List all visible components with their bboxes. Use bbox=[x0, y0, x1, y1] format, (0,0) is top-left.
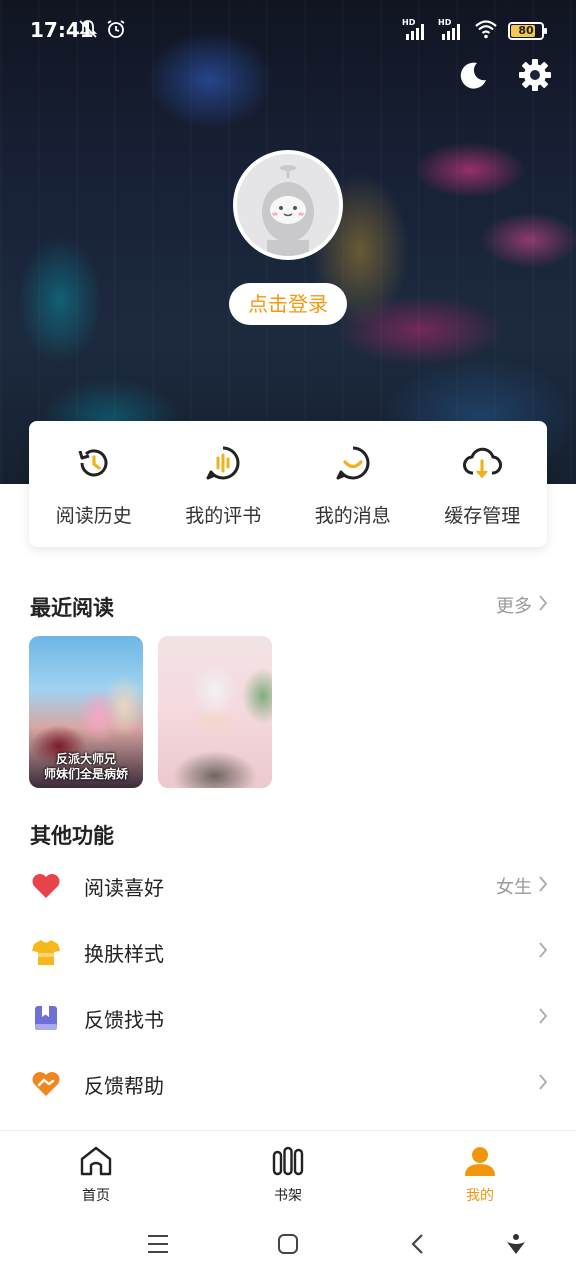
wifi-icon bbox=[474, 19, 498, 43]
recent-reading-title: 最近阅读 bbox=[30, 596, 114, 620]
other-features-title: 其他功能 bbox=[30, 824, 114, 848]
handshake-icon bbox=[30, 1068, 62, 1100]
comment-icon bbox=[203, 443, 243, 487]
quick-item-my-messages[interactable]: 我的消息 bbox=[288, 421, 418, 547]
history-icon bbox=[74, 443, 114, 487]
network-type-1: HD bbox=[402, 18, 416, 27]
quick-item-cache-management[interactable]: 缓存管理 bbox=[418, 421, 548, 547]
menu-item-skin-style[interactable]: 换肤样式 bbox=[0, 919, 576, 985]
profile-icon bbox=[463, 1145, 497, 1181]
battery-level: 80 bbox=[518, 24, 534, 37]
chevron-right-icon bbox=[538, 594, 548, 617]
home-nav-button[interactable] bbox=[274, 1232, 302, 1260]
assistant-icon bbox=[504, 1232, 528, 1260]
network-type-2: HD bbox=[438, 18, 452, 27]
tab-label: 我的 bbox=[466, 1188, 494, 1204]
cloud-download-icon bbox=[462, 443, 503, 487]
chevron-right-icon bbox=[538, 941, 548, 964]
signal-2-icon: HD bbox=[438, 18, 464, 41]
moon-icon bbox=[457, 59, 489, 95]
recent-book-cover[interactable] bbox=[158, 636, 272, 788]
assistant-nav-button[interactable] bbox=[502, 1232, 530, 1260]
book-icon bbox=[30, 1002, 62, 1034]
back-arrow-icon bbox=[408, 1232, 428, 1260]
menu-value: 女生 bbox=[496, 877, 532, 898]
more-link[interactable]: 更多 bbox=[496, 592, 548, 618]
battery-icon: 80 bbox=[508, 22, 547, 40]
message-icon bbox=[333, 443, 373, 487]
menu-nav-button[interactable] bbox=[144, 1232, 172, 1260]
settings-button[interactable] bbox=[516, 58, 554, 96]
heart-icon bbox=[30, 870, 62, 902]
tab-label: 首页 bbox=[82, 1188, 110, 1204]
menu-item-reading-preference[interactable]: 阅读喜好 女生 bbox=[0, 853, 576, 919]
chevron-right-icon bbox=[538, 875, 548, 898]
gear-icon bbox=[518, 58, 552, 96]
chevron-right-icon bbox=[538, 1073, 548, 1096]
more-label: 更多 bbox=[496, 596, 532, 617]
tab-home[interactable]: 首页 bbox=[0, 1131, 192, 1210]
night-mode-button[interactable] bbox=[454, 58, 492, 96]
quick-label: 缓存管理 bbox=[444, 505, 521, 527]
system-navigation-bar bbox=[0, 1210, 576, 1280]
alarm-icon bbox=[106, 19, 126, 43]
chevron-right-icon bbox=[538, 1007, 548, 1030]
menu-label: 阅读喜好 bbox=[84, 875, 164, 900]
login-button[interactable]: 点击登录 bbox=[229, 283, 347, 325]
square-icon bbox=[276, 1232, 300, 1260]
menu-label: 反馈找书 bbox=[84, 1007, 164, 1032]
tab-label: 书架 bbox=[274, 1188, 302, 1204]
tshirt-icon bbox=[30, 936, 62, 968]
menu-item-feedback-help[interactable]: 反馈帮助 bbox=[0, 1051, 576, 1117]
cover-title: 反派大师兄 师妹们全是病娇 bbox=[29, 752, 143, 782]
quick-label: 我的评书 bbox=[185, 505, 262, 527]
quick-item-my-reviews[interactable]: 我的评书 bbox=[159, 421, 289, 547]
cover-title-line: 反派大师兄 bbox=[55, 752, 116, 766]
bookshelf-icon bbox=[271, 1145, 305, 1181]
mute-bell-icon bbox=[78, 19, 98, 43]
menu-lines-icon bbox=[145, 1233, 171, 1259]
avatar[interactable] bbox=[233, 150, 343, 260]
tab-bookshelf[interactable]: 书架 bbox=[192, 1131, 384, 1210]
status-bar: 17:41 HD HD 80 bbox=[0, 0, 576, 60]
menu-item-feedback-find-book[interactable]: 反馈找书 bbox=[0, 985, 576, 1051]
quick-label: 我的消息 bbox=[314, 505, 391, 527]
menu-label: 反馈帮助 bbox=[84, 1073, 164, 1098]
signal-1-icon: HD bbox=[402, 18, 428, 41]
cover-title-line: 师妹们全是病娇 bbox=[43, 767, 128, 781]
tab-profile[interactable]: 我的 bbox=[384, 1131, 576, 1210]
default-avatar-icon bbox=[237, 154, 339, 256]
home-icon bbox=[79, 1145, 113, 1181]
menu-label: 换肤样式 bbox=[84, 941, 164, 966]
recent-book-cover[interactable]: 反派大师兄 师妹们全是病娇 bbox=[29, 636, 143, 788]
bottom-tab-bar: 首页 书架 我的 bbox=[0, 1130, 576, 1210]
profile-screen: 17:41 HD HD 80 点击登录 阅读历史 我的评书 我的消息 缓存管理 … bbox=[0, 0, 576, 1280]
quick-item-reading-history[interactable]: 阅读历史 bbox=[29, 421, 159, 547]
back-nav-button[interactable] bbox=[404, 1232, 432, 1260]
quick-label: 阅读历史 bbox=[55, 505, 132, 527]
quick-actions-card: 阅读历史 我的评书 我的消息 缓存管理 bbox=[29, 421, 547, 547]
